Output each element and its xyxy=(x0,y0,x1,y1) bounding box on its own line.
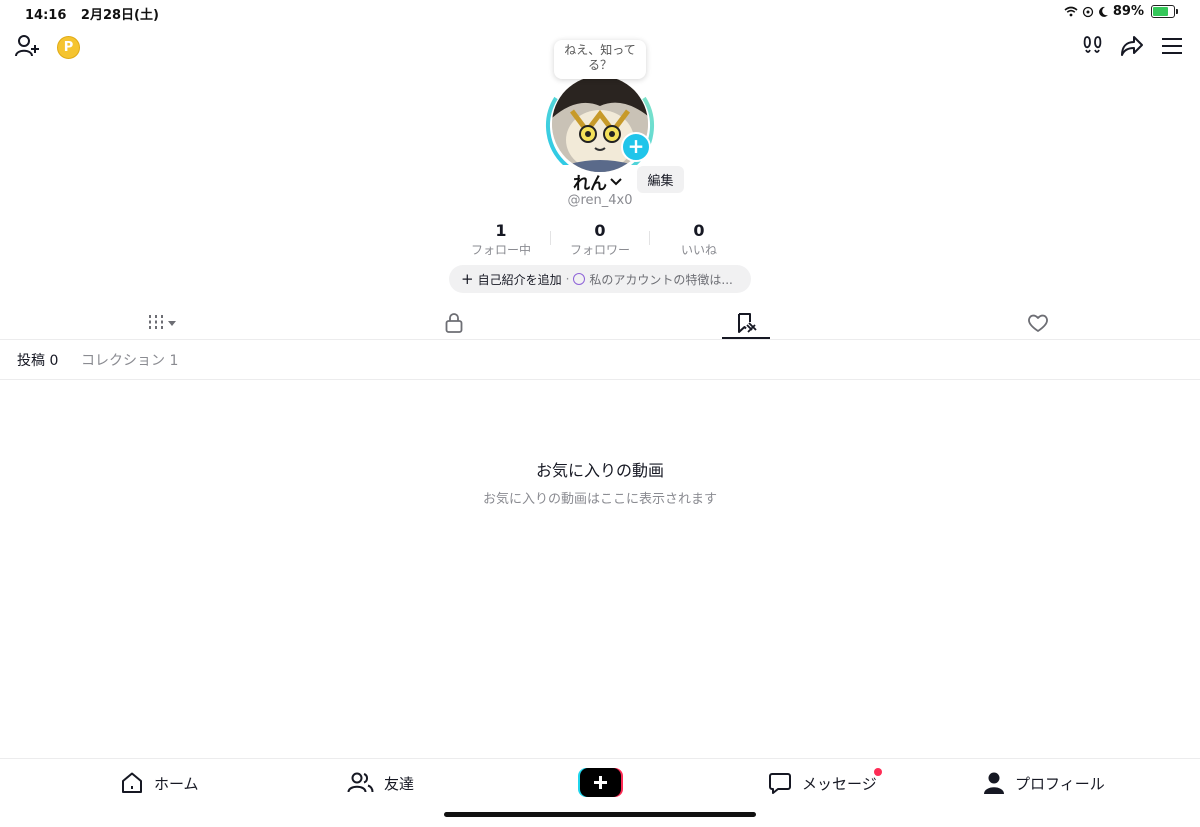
empty-state-title: お気に入りの動画 xyxy=(535,461,664,480)
location-lock-icon xyxy=(1082,6,1094,17)
nav-profile-label: プロフィール xyxy=(1015,774,1105,793)
tab-videos[interactable] xyxy=(135,305,190,340)
bio-feature-label: 私のアカウントの特徴は... xyxy=(589,272,733,287)
footprints-button[interactable] xyxy=(1082,35,1104,57)
message-icon xyxy=(769,773,791,794)
chevron-down-icon xyxy=(610,177,622,185)
stat-following-value: 1 xyxy=(495,221,507,240)
menu-button[interactable] xyxy=(1160,35,1184,57)
add-bio-button[interactable]: + 自己紹介を追加 · 私のアカウントの特徴は... xyxy=(449,265,751,293)
nav-profile[interactable]: プロフィール xyxy=(983,768,1105,798)
lock-icon xyxy=(445,312,463,333)
add-story-button[interactable]: + xyxy=(621,132,651,162)
favorites-icon xyxy=(738,312,757,333)
notification-dot xyxy=(874,768,882,776)
moon-icon xyxy=(1098,6,1108,17)
tab-private[interactable] xyxy=(433,305,475,340)
share-icon xyxy=(1121,36,1143,56)
home-indicator[interactable] xyxy=(444,812,756,817)
stat-following-label: フォロー中 xyxy=(470,243,531,257)
bottom-nav-divider xyxy=(0,758,1200,759)
tab-liked[interactable] xyxy=(1015,305,1061,340)
footprints-icon xyxy=(1083,36,1102,53)
subtabs-divider xyxy=(0,379,1200,380)
stat-following[interactable]: 1 フォロー中 xyxy=(451,221,551,258)
add-user-icon xyxy=(15,35,39,57)
nav-friends-label: 友達 xyxy=(384,774,415,793)
battery-icon xyxy=(1151,5,1178,18)
nav-home[interactable]: ホーム xyxy=(120,768,199,798)
nav-messages[interactable]: メッセージ xyxy=(768,768,877,798)
subtab-collections[interactable]: コレクション 1 xyxy=(81,350,178,370)
coin-icon[interactable]: P xyxy=(57,36,80,59)
status-bar-right: 89% xyxy=(1064,4,1178,19)
heart-icon xyxy=(1028,314,1048,332)
stat-followers[interactable]: 0 フォロワー xyxy=(550,221,650,258)
battery-percent: 89% xyxy=(1112,4,1144,19)
add-friend-button[interactable] xyxy=(15,33,41,59)
empty-state-subtitle: お気に入りの動画はここに表示されます xyxy=(482,492,717,507)
tooltip-bubble: ねえ、知ってる？ xyxy=(554,40,646,79)
status-bar-left: 14:16 2月28日(土) xyxy=(25,4,159,23)
create-button[interactable] xyxy=(578,768,623,797)
hamburger-menu-icon xyxy=(1162,38,1182,54)
wifi-icon xyxy=(1064,6,1078,17)
stat-likes-label: いいね xyxy=(680,243,717,257)
status-date: 2月28日(土) xyxy=(80,8,159,23)
smile-icon xyxy=(573,273,586,285)
nav-home-label: ホーム xyxy=(154,774,199,793)
friends-icon xyxy=(347,772,374,793)
profile-handle: @ren_4x0 xyxy=(567,193,633,208)
plus-icon: + xyxy=(461,270,474,288)
stat-followers-value: 0 xyxy=(594,221,606,240)
tabs-divider xyxy=(0,339,1200,340)
bio-separator: · xyxy=(565,272,570,286)
stat-followers-label: フォロワー xyxy=(569,243,630,257)
profile-name: れん xyxy=(573,174,607,194)
nav-messages-label: メッセージ xyxy=(802,774,877,793)
home-icon xyxy=(122,772,142,793)
stat-likes-value: 0 xyxy=(693,221,705,240)
tab-favorites[interactable] xyxy=(724,305,770,340)
profile-icon xyxy=(984,772,1004,794)
edit-profile-button[interactable]: 編集 xyxy=(637,166,684,193)
stat-likes[interactable]: 0 いいね xyxy=(649,221,749,258)
coin-symbol: P xyxy=(63,40,74,55)
subtab-posts[interactable]: 投稿 0 xyxy=(17,350,58,370)
status-time: 14:16 xyxy=(25,8,67,23)
create-plus-icon xyxy=(578,768,623,797)
share-button[interactable] xyxy=(1119,34,1145,58)
bio-add-label: 自己紹介を追加 xyxy=(477,272,562,287)
grid-icon xyxy=(148,314,176,331)
profile-name-dropdown[interactable]: れん xyxy=(573,169,623,194)
nav-friends[interactable]: 友達 xyxy=(347,768,414,798)
